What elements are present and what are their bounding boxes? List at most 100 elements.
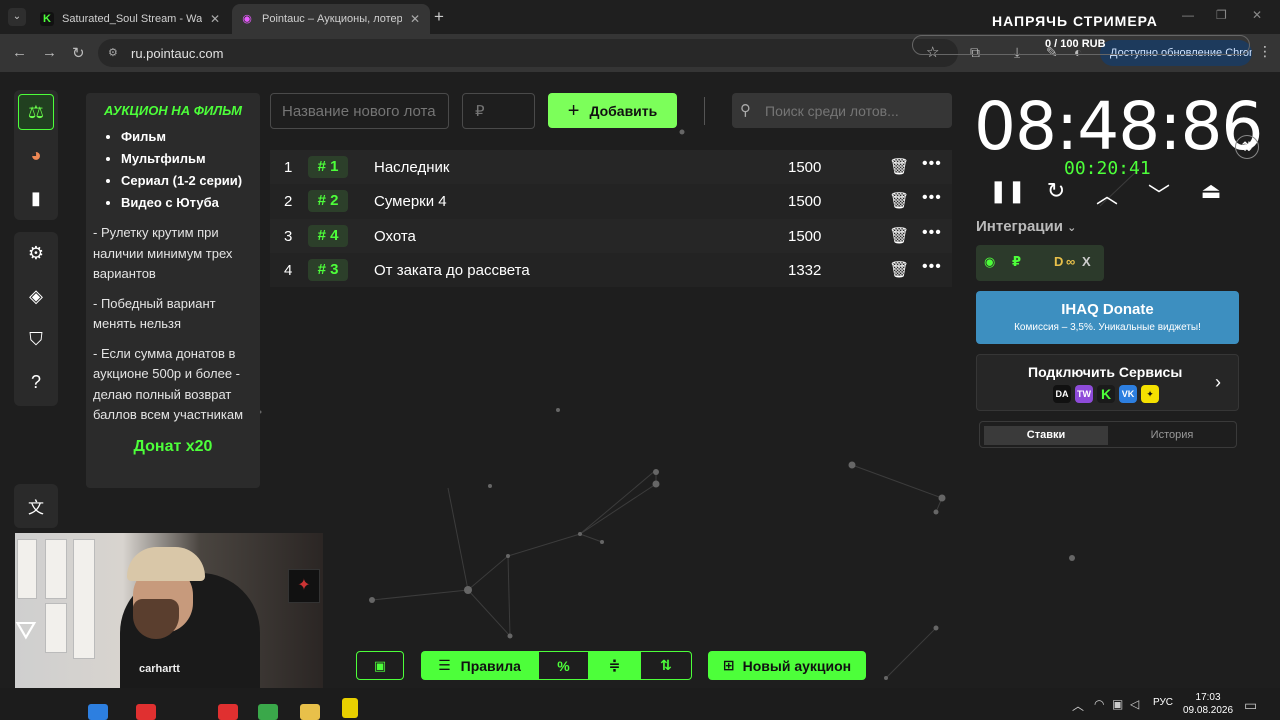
layers-icon[interactable]: ◈ bbox=[18, 278, 54, 314]
translate-icon[interactable]: 文 bbox=[18, 488, 54, 524]
taskbar-chrome-icon[interactable] bbox=[258, 704, 278, 720]
lot-title[interactable]: От заката до рассвета bbox=[374, 262, 530, 279]
tab-title: Pointauc – Аукционы, лотереи bbox=[262, 13, 402, 25]
add-lot-button[interactable]: + Добавить bbox=[548, 93, 677, 128]
save-button[interactable]: ▣ bbox=[356, 651, 404, 680]
trash-icon[interactable]: 🗑 bbox=[889, 191, 909, 211]
wifi-icon[interactable]: ◠ bbox=[1094, 697, 1104, 711]
volume-icon[interactable]: ◁ bbox=[1130, 697, 1139, 711]
new-tab-button[interactable]: + bbox=[434, 7, 444, 27]
lot-title[interactable]: Охота bbox=[374, 228, 416, 245]
lot-sum[interactable]: 1500 bbox=[788, 193, 821, 210]
connect-services-card[interactable]: Подключить Сервисы DA TW K VK ✦ › bbox=[976, 354, 1239, 411]
taskbar-app-icon[interactable] bbox=[218, 704, 238, 720]
more-options-icon[interactable]: ••• bbox=[922, 155, 942, 173]
more-options-icon[interactable]: ••• bbox=[922, 258, 942, 276]
trash-icon[interactable]: 🗑 bbox=[889, 260, 909, 280]
double-increase-icon[interactable]: ⏏ bbox=[1196, 178, 1226, 204]
chevron-down-icon: ⌄ bbox=[1067, 222, 1077, 234]
taskbar-app-icon[interactable] bbox=[136, 704, 156, 720]
decrease-time-icon[interactable]: ﹀ bbox=[1144, 178, 1174, 210]
lot-search-input[interactable] bbox=[765, 93, 945, 128]
more-options-icon[interactable]: ••• bbox=[922, 189, 942, 207]
list-item: Мультфильм bbox=[121, 148, 253, 170]
x-integration-icon[interactable]: X bbox=[1082, 254, 1091, 269]
notifications-icon[interactable]: ▭ bbox=[1244, 697, 1257, 714]
lots-table: 1 # 1 Наследник 1500 🗑 ••• 2 # 2 Сумерки… bbox=[270, 150, 952, 288]
tab-twitch-stream[interactable]: K Saturated_Soul Stream - Watch ✕ bbox=[32, 4, 230, 34]
forward-icon[interactable]: → bbox=[42, 44, 57, 61]
tab-search-icon[interactable]: ⌄ bbox=[8, 8, 26, 26]
donatepay-integration-icon[interactable]: D bbox=[1054, 254, 1063, 269]
more-options-icon[interactable]: ••• bbox=[922, 224, 942, 242]
donationalerts-icon: DA bbox=[1053, 385, 1071, 403]
swap-timer-icon[interactable]: ⇅ bbox=[1235, 135, 1259, 159]
search-icon: ⚲ bbox=[740, 102, 751, 119]
increase-time-icon[interactable]: ︿ bbox=[1092, 178, 1122, 210]
site-info-icon[interactable]: ⚙ bbox=[108, 46, 118, 59]
restart-icon[interactable]: ↻ bbox=[1041, 178, 1071, 204]
address-bar[interactable]: ⚙ ru.pointauc.com bbox=[98, 39, 958, 67]
close-icon[interactable]: ✕ bbox=[210, 12, 220, 26]
new-auction-button[interactable]: ⊞ Новый аукцион bbox=[708, 651, 866, 680]
table-row: 2 # 2 Сумерки 4 1500 🗑 ••• bbox=[270, 184, 952, 219]
integrations-box: ◉ ₽ D ∞ X bbox=[976, 245, 1104, 281]
infinity-integration-icon[interactable]: ∞ bbox=[1066, 254, 1075, 269]
new-auction-label: Новый аукцион bbox=[742, 657, 852, 674]
lot-sum[interactable]: 1332 bbox=[788, 262, 821, 279]
minimize-icon[interactable]: — bbox=[1182, 8, 1194, 22]
lot-sum[interactable]: 1500 bbox=[788, 159, 821, 176]
add-lot-label: Добавить bbox=[589, 102, 658, 119]
tab-pointauc[interactable]: ◉ Pointauc – Аукционы, лотереи ✕ bbox=[232, 4, 430, 34]
lot-sum[interactable]: 1500 bbox=[788, 228, 821, 245]
pointauc-favicon-icon: ◉ bbox=[242, 13, 252, 25]
twitch-icon: TW bbox=[1075, 385, 1093, 403]
close-window-icon[interactable]: ✕ bbox=[1252, 8, 1262, 22]
sort-button[interactable]: ⇅ bbox=[640, 651, 692, 680]
percent-button[interactable]: % bbox=[538, 651, 589, 680]
taskbar-app-icon[interactable] bbox=[88, 704, 108, 720]
close-icon[interactable]: ✕ bbox=[410, 12, 420, 26]
trash-icon[interactable]: 🗑 bbox=[889, 226, 909, 246]
ihaq-donate-card[interactable]: IHAQ Donate Комиссия – 3,5%. Уникальные … bbox=[976, 291, 1239, 344]
tab-bets[interactable]: Ставки bbox=[984, 426, 1108, 445]
url-text: ru.pointauc.com bbox=[131, 46, 224, 61]
points-integration-icon[interactable]: ₽ bbox=[1012, 254, 1021, 270]
integration-toggle-icon[interactable]: ◉ bbox=[984, 254, 995, 270]
lot-title[interactable]: Наследник bbox=[374, 159, 449, 176]
shield-icon[interactable]: ⛉ bbox=[18, 321, 54, 357]
tab-history[interactable]: История bbox=[1110, 426, 1234, 445]
new-lot-amount-input[interactable] bbox=[462, 93, 535, 129]
wheel-icon[interactable]: ◕ bbox=[18, 137, 54, 173]
reload-icon[interactable]: ↻ bbox=[72, 44, 85, 62]
align-button[interactable]: ≑ bbox=[589, 651, 640, 680]
lot-search-box: ⚲ bbox=[732, 93, 952, 128]
integrations-dropdown[interactable]: Интеграции ⌄ bbox=[976, 218, 1076, 235]
help-icon[interactable]: ? bbox=[18, 364, 54, 400]
back-icon[interactable]: ← bbox=[12, 44, 27, 61]
gear-icon[interactable]: ⚙ bbox=[18, 235, 54, 271]
system-clock[interactable]: 17:03 09.08.2026 bbox=[1183, 691, 1233, 717]
taskbar-app-icon[interactable] bbox=[300, 704, 320, 720]
sidebar-nav-middle: ⚙ ◈ ⛉ ? bbox=[14, 232, 58, 406]
browser-menu-icon[interactable]: ⋮ bbox=[1258, 43, 1272, 60]
sidebar-nav-top: ⚖ ◕ ▮ bbox=[14, 90, 58, 220]
pause-icon[interactable]: ❚❚ bbox=[989, 178, 1026, 204]
language-indicator[interactable]: РУС bbox=[1153, 697, 1173, 708]
new-lot-name-input[interactable] bbox=[270, 93, 449, 129]
auction-tools-group: ☰ Правила % ≑ ⇅ bbox=[421, 651, 692, 680]
auction-gavel-icon[interactable]: ⚖ bbox=[18, 94, 54, 130]
lot-title[interactable]: Сумерки 4 bbox=[374, 193, 447, 210]
rules-button[interactable]: ☰ Правила bbox=[421, 651, 538, 680]
taskbar-app-icon[interactable] bbox=[342, 698, 358, 718]
maximize-icon[interactable]: ❐ bbox=[1216, 8, 1227, 22]
rules-icon: ☰ bbox=[438, 657, 451, 673]
donation-progress-bar: 0 / 100 RUB bbox=[912, 35, 1250, 55]
trash-icon[interactable]: 🗑 bbox=[889, 157, 909, 177]
tray-expand-icon[interactable]: ︿ bbox=[1072, 697, 1084, 714]
lot-index: 4 bbox=[284, 261, 293, 279]
stats-icon[interactable]: ▮ bbox=[18, 180, 54, 216]
list-item: Видео с Ютуба bbox=[121, 192, 253, 214]
list-item: Фильм bbox=[121, 126, 253, 148]
tray-app-icon[interactable]: ▣ bbox=[1112, 697, 1123, 711]
